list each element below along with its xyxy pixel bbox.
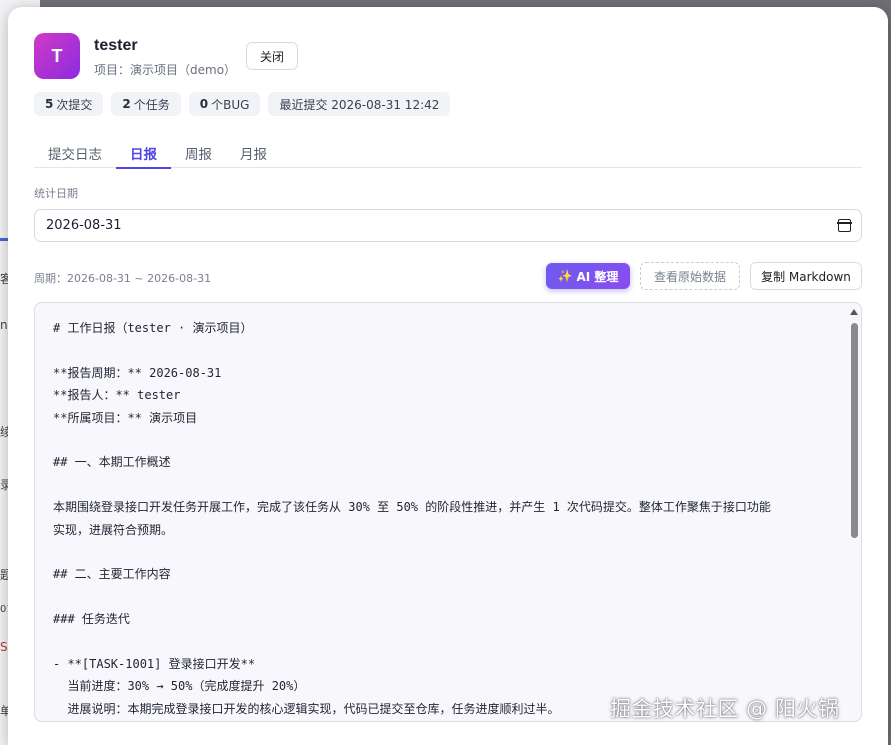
stat-bugs: 0 个BUG bbox=[188, 92, 261, 116]
tab-monthly-report[interactable]: 月报 bbox=[226, 137, 281, 168]
tab-weekly-report[interactable]: 周报 bbox=[171, 137, 226, 168]
report-line bbox=[53, 586, 843, 608]
ai-organize-button[interactable]: ✨ AI 整理 bbox=[546, 263, 630, 289]
background-text: n bbox=[0, 318, 8, 332]
stat-label: 最近提交 2026-08-31 12:42 bbox=[279, 97, 440, 112]
stat-tasks: 2 个任务 bbox=[111, 92, 181, 116]
close-button[interactable]: 关闭 bbox=[246, 42, 298, 70]
sparkle-icon: ✨ bbox=[557, 269, 573, 283]
report-line: ### 任务迭代 bbox=[53, 612, 130, 627]
report-line: **报告人：** tester bbox=[53, 388, 181, 403]
stat-label: 次提交 bbox=[56, 97, 93, 112]
calendar-icon[interactable] bbox=[837, 219, 852, 232]
date-value: 2026-08-31 bbox=[46, 218, 122, 233]
stat-commits: 5 次提交 bbox=[34, 92, 104, 116]
avatar: T bbox=[34, 33, 80, 79]
report-line: # 工作日报（tester · 演示项目） bbox=[53, 321, 253, 335]
report-line: ## 二、主要工作内容 bbox=[53, 567, 171, 582]
view-raw-data-button[interactable]: 查看原始数据 bbox=[640, 262, 740, 290]
report-content[interactable]: # 工作日报（tester · 演示项目） **报告周期：** 2026-08-3… bbox=[34, 302, 862, 722]
date-field-label: 统计日期 bbox=[34, 187, 78, 200]
stat-number: 5 bbox=[45, 97, 54, 111]
report-line: **所属项目：** 演示项目 bbox=[53, 410, 198, 425]
project-label: 项目：演示项目（demo） bbox=[94, 63, 237, 77]
report-line: **报告周期：** 2026-08-31 bbox=[53, 365, 222, 380]
tab-commit-log[interactable]: 提交日志 bbox=[34, 137, 116, 168]
stat-label: 个任务 bbox=[133, 97, 170, 112]
watermark: 掘金技术社区 @ 阳火锅 bbox=[610, 697, 840, 721]
report-line bbox=[53, 474, 843, 496]
report-line bbox=[53, 541, 843, 563]
stat-label: 个BUG bbox=[211, 97, 250, 112]
stat-number: 0 bbox=[199, 97, 209, 111]
report-line: 本期围绕登录接口开发任务开展工作，完成了该任务从 30% 至 50% 的阶段性推… bbox=[53, 500, 771, 515]
ai-organize-label: AI 整理 bbox=[576, 269, 619, 284]
report-tabs: 提交日志 日报 周报 月报 bbox=[34, 137, 862, 169]
report-line bbox=[53, 630, 843, 652]
developer-detail-modal: T tester 项目：演示项目（demo） 关闭 5 次提交 2 个任务 0 个BU… bbox=[8, 7, 888, 745]
scrollbar-thumb[interactable] bbox=[851, 323, 858, 538]
scroll-up-arrow-icon[interactable] bbox=[850, 309, 858, 315]
report-line: 实现，进展符合预期。 bbox=[53, 522, 174, 537]
background-text: S bbox=[0, 640, 8, 654]
report-line bbox=[53, 339, 843, 361]
date-input[interactable]: 2026-08-31 bbox=[34, 209, 862, 242]
report-line: - **[TASK-1001] 登录接口开发** bbox=[53, 656, 256, 671]
period-label: 周期：2026-08-31 ~ 2026-08-31 bbox=[34, 272, 212, 285]
scrollbar[interactable] bbox=[849, 303, 861, 721]
stats-bar: 5 次提交 2 个任务 0 个BUG 最近提交 2026-08-31 12:42 bbox=[34, 92, 451, 116]
copy-markdown-button[interactable]: 复制 Markdown bbox=[750, 262, 862, 290]
stat-number: 2 bbox=[122, 97, 131, 111]
report-line: ## 一、本期工作概述 bbox=[53, 455, 171, 470]
report-line bbox=[53, 429, 843, 451]
report-text: # 工作日报（tester · 演示项目） **报告周期：** 2026-08-3… bbox=[53, 317, 843, 720]
user-name: tester bbox=[94, 37, 138, 54]
tab-daily-report[interactable]: 日报 bbox=[116, 137, 171, 169]
stat-last-commit: 最近提交 2026-08-31 12:42 bbox=[268, 92, 451, 116]
